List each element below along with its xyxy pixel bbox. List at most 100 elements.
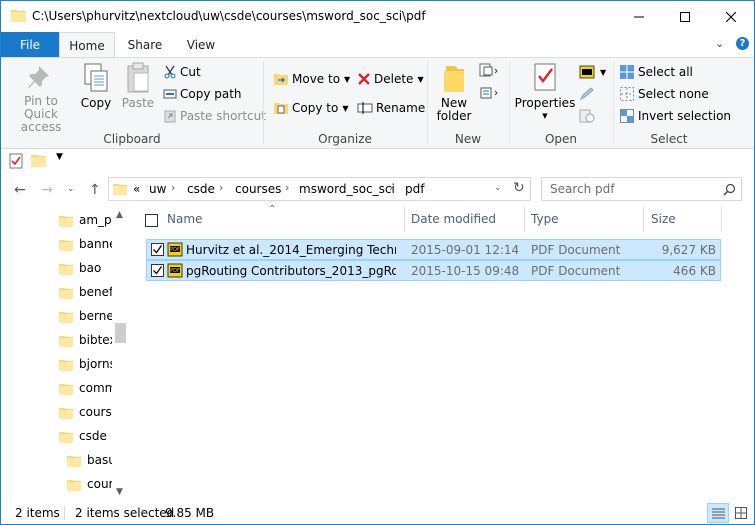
breadcrumb-csde[interactable]: csde xyxy=(187,182,215,196)
breadcrumb-courses[interactable]: courses xyxy=(235,182,281,196)
pdf-icon xyxy=(579,65,595,79)
nav-item[interactable]: bao xyxy=(59,258,112,278)
select-group-label: Select xyxy=(650,132,688,146)
nav-item[interactable]: cour xyxy=(67,474,112,494)
organize-group-label: Organize xyxy=(318,132,372,146)
copy-to-button[interactable]: Copy to ▼ xyxy=(273,99,348,117)
customize-toolbar-icon[interactable]: ▼ xyxy=(56,152,63,162)
nav-item[interactable]: benefi xyxy=(59,282,112,302)
column-divider[interactable] xyxy=(721,206,722,232)
scrollbar-thumb[interactable] xyxy=(115,323,126,343)
paste-shortcut-button[interactable]: Paste shortcut xyxy=(163,107,266,125)
scroll-up-icon[interactable]: ▲ xyxy=(116,210,123,220)
recent-locations-icon[interactable]: ⌄ xyxy=(67,184,75,194)
help-icon[interactable]: ? xyxy=(736,37,749,50)
nav-item[interactable]: bjorns xyxy=(59,354,112,374)
chevron-right-icon[interactable]: › xyxy=(171,181,175,194)
row-checkbox[interactable] xyxy=(151,243,164,256)
back-arrow-icon[interactable]: ← xyxy=(14,182,26,198)
column-divider[interactable] xyxy=(643,206,644,232)
nav-scrollbar[interactable]: ▲ ▼ xyxy=(112,206,129,501)
minimize-button[interactable] xyxy=(616,1,662,32)
move-to-button[interactable]: Move to ▼ xyxy=(273,70,350,88)
file-date: 2015-09-01 12:14 xyxy=(411,243,520,257)
row-checkbox[interactable] xyxy=(151,264,164,277)
refresh-icon[interactable]: ↻ xyxy=(513,180,525,196)
nav-item-label: basu xyxy=(87,453,112,467)
forward-arrow-icon[interactable]: → xyxy=(41,182,53,198)
tab-share[interactable]: Share xyxy=(119,32,171,57)
chevron-right-icon[interactable]: › xyxy=(389,181,393,194)
delete-button[interactable]: Delete ▼ xyxy=(357,70,424,88)
open-button[interactable]: ▼ xyxy=(579,63,606,81)
nav-item[interactable]: comm xyxy=(59,378,112,398)
rename-button[interactable]: Rename xyxy=(357,99,425,117)
maximize-button[interactable] xyxy=(662,1,708,32)
chevron-right-icon[interactable]: › xyxy=(285,181,289,194)
easy-access-icon xyxy=(480,87,498,99)
select-all-checkbox[interactable] xyxy=(145,214,158,227)
pin-to-quick-access-button[interactable]: Pin to Quick access xyxy=(7,62,75,134)
column-header-name[interactable]: Name xyxy=(167,206,202,232)
select-all-icon xyxy=(620,65,634,79)
copy-path-button[interactable]: Copy path xyxy=(163,85,242,103)
nav-item[interactable]: banne xyxy=(59,234,112,254)
edit-button[interactable] xyxy=(579,85,598,103)
up-arrow-icon[interactable]: ↑ xyxy=(89,182,101,198)
breadcrumb-uw[interactable]: uw xyxy=(149,182,166,196)
nav-item[interactable]: berney xyxy=(59,306,112,326)
search-icon[interactable] xyxy=(723,183,736,196)
nav-item-label: bao xyxy=(79,261,102,275)
folder-icon[interactable] xyxy=(31,153,46,167)
breadcrumb-msword-soc-sci[interactable]: msword_soc_sci xyxy=(299,182,395,196)
explorer-window: C:\Users\phurvitz\nextcloud\uw\csde\cour… xyxy=(0,0,755,525)
column-divider[interactable] xyxy=(404,206,405,232)
history-button[interactable] xyxy=(579,107,598,125)
properties-button[interactable]: Properties ▼ xyxy=(515,62,575,123)
tab-file[interactable]: File xyxy=(1,32,59,57)
copy-button[interactable]: Copy xyxy=(77,62,115,110)
address-row: ← → ⌄ ↑ « uw › csde › courses › msword_s… xyxy=(1,177,754,203)
column-header-type[interactable]: Type xyxy=(531,206,559,232)
invert-selection-button[interactable]: Invert selection xyxy=(619,107,731,125)
nav-item-label: berney xyxy=(79,309,112,323)
select-none-button[interactable]: Select none xyxy=(619,85,709,103)
address-bar[interactable]: « uw › csde › courses › msword_soc_sci ›… xyxy=(108,177,531,201)
column-header-size[interactable]: Size xyxy=(651,206,676,232)
close-button[interactable] xyxy=(708,1,754,32)
breadcrumb-pdf[interactable]: pdf xyxy=(405,182,424,196)
file-row[interactable]: PDF Hurvitz et al._2014_Emerging Technol.… xyxy=(146,239,721,260)
paste-button[interactable]: Paste xyxy=(118,62,158,110)
nav-item[interactable]: bibtex xyxy=(59,330,112,350)
column-divider[interactable] xyxy=(524,206,525,232)
tab-view[interactable]: View xyxy=(175,32,227,57)
rename-icon xyxy=(357,102,373,114)
search-box[interactable]: Search pdf xyxy=(541,177,742,201)
chevron-down-icon[interactable]: ⌄ xyxy=(494,183,502,193)
nav-item[interactable]: course xyxy=(59,402,112,422)
tab-home[interactable]: Home xyxy=(59,32,115,58)
nav-item[interactable]: csde xyxy=(59,426,112,446)
scroll-down-icon[interactable]: ▼ xyxy=(116,487,123,497)
properties-icon[interactable] xyxy=(9,153,23,169)
paste-label: Paste xyxy=(121,96,155,110)
select-all-button[interactable]: Select all xyxy=(619,63,693,81)
large-icons-view-button[interactable] xyxy=(731,503,751,523)
nav-item[interactable]: am_ph xyxy=(59,210,112,230)
folder-icon xyxy=(59,359,73,371)
chevron-right-icon[interactable]: › xyxy=(219,181,223,194)
chevron-down-icon[interactable]: ⌄ xyxy=(715,37,724,50)
new-item-button[interactable] xyxy=(479,62,502,80)
breadcrumb-overflow[interactable]: « xyxy=(133,182,140,196)
pin-label: Pin to Quick access xyxy=(20,94,62,134)
move-to-label: Move to xyxy=(292,72,341,86)
column-header-date-modified[interactable]: Date modified xyxy=(411,206,496,232)
details-view-button[interactable] xyxy=(707,503,729,523)
easy-access-button[interactable] xyxy=(479,84,502,102)
minimize-icon xyxy=(634,16,644,17)
nav-item[interactable]: basu xyxy=(67,450,112,470)
new-folder-button[interactable]: New folder xyxy=(433,62,475,123)
file-row[interactable]: PDF pgRouting Contributors_2013_pgRouti..… xyxy=(146,260,721,281)
cut-button[interactable]: Cut xyxy=(163,63,201,81)
pdf-icon: PDF xyxy=(167,263,183,278)
